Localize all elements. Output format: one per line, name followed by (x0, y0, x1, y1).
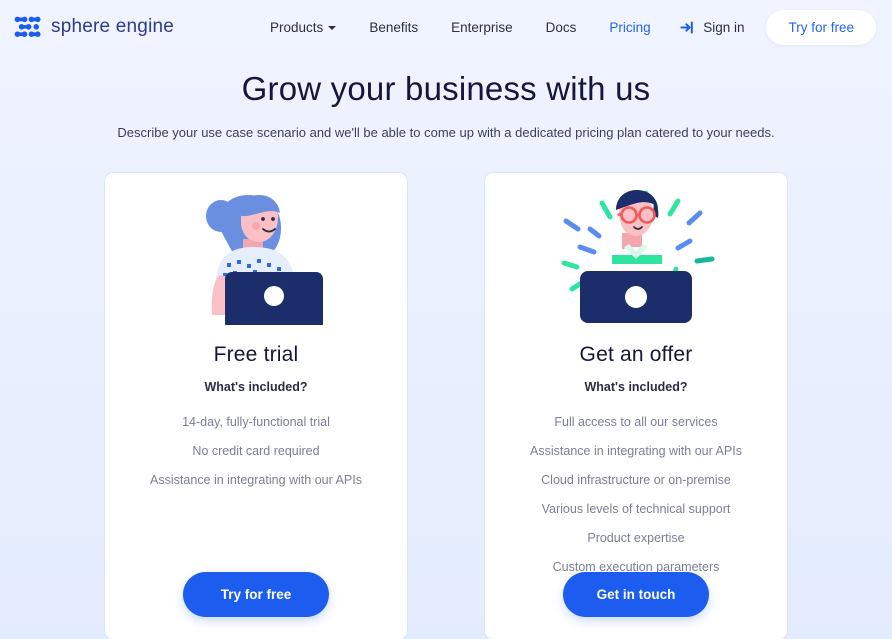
feature-item: Various levels of technical support (541, 502, 731, 516)
nav-try-for-free-button[interactable]: Try for free (766, 9, 876, 45)
pricing-cards: Free trial What's included? 14-day, full… (0, 172, 892, 639)
card-subtitle-free-trial: What's included? (204, 380, 308, 394)
feature-item: No credit card required (192, 444, 320, 458)
nav-item-products[interactable]: Products (270, 19, 337, 35)
card-title-free-trial: Free trial (213, 343, 299, 366)
nav-item-products-label: Products (270, 19, 324, 35)
man-with-glasses-at-laptop-illustration (550, 185, 722, 325)
primary-nav: Products Benefits Enterprise Docs Pricin… (270, 20, 651, 35)
nav-item-pricing[interactable]: Pricing (609, 20, 650, 35)
page-title: Grow your business with us (241, 70, 651, 107)
sphere-engine-logo-icon (14, 16, 42, 38)
feature-item: 14-day, fully-functional trial (182, 415, 330, 429)
sign-in-label: Sign in (703, 19, 745, 35)
feature-item: Assistance in integrating with our APIs (150, 473, 362, 487)
nav-item-benefits[interactable]: Benefits (369, 20, 418, 35)
pricing-card-get-an-offer: Get an offer What's included? Full acces… (484, 172, 788, 639)
page-subtitle: Describe your use case scenario and we'l… (117, 125, 775, 140)
sign-in-link[interactable]: Sign in (680, 20, 744, 35)
chevron-down-icon (328, 26, 337, 30)
nav-item-docs[interactable]: Docs (546, 20, 577, 35)
feature-item: Product expertise (587, 531, 685, 545)
brand-logo[interactable]: sphere engine (14, 16, 174, 38)
nav-actions: Sign in Try for free (680, 9, 876, 45)
feature-list-get-an-offer: Full access to all our services Assistan… (503, 415, 769, 589)
nav-item-enterprise[interactable]: Enterprise (451, 20, 513, 35)
woman-at-laptop-illustration (181, 185, 331, 325)
feature-item: Full access to all our services (554, 415, 718, 429)
try-for-free-button[interactable]: Try for free (183, 572, 329, 617)
feature-item: Cloud infrastructure or on-premise (541, 473, 731, 487)
feature-item: Assistance in integrating with our APIs (530, 444, 742, 458)
hero-section: Grow your business with us Describe your… (0, 54, 892, 140)
card-subtitle-get-an-offer: What's included? (584, 380, 688, 394)
get-in-touch-button[interactable]: Get in touch (563, 572, 709, 617)
login-arrow-icon (680, 20, 695, 35)
pricing-card-free-trial: Free trial What's included? 14-day, full… (104, 172, 408, 639)
top-navbar: sphere engine Products Benefits Enterpri… (0, 0, 892, 54)
feature-list-free-trial: 14-day, fully-functional trial No credit… (123, 415, 389, 502)
brand-name: sphere engine (51, 16, 175, 37)
card-title-get-an-offer: Get an offer (579, 343, 693, 366)
